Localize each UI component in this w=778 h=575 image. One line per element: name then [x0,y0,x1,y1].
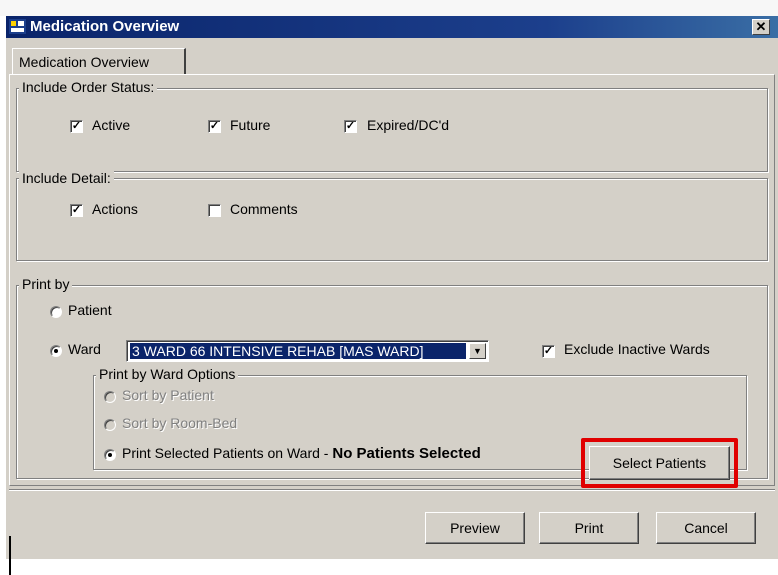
expired-dcd-label: Expired/DC'd [367,117,450,133]
order-status-legend: Include Order Status: [19,79,158,95]
active-label: Active [92,117,131,133]
tab-medication-overview[interactable]: Medication Overview [12,48,186,74]
actions-label: Actions [92,201,138,217]
ward-options-legend: Print by Ward Options [96,366,239,382]
print-by-legend: Print by [19,276,73,292]
expired-dcd-checkbox[interactable]: ✓ [344,120,357,133]
no-patients-selected-status: No Patients Selected [332,445,481,462]
comments-label: Comments [230,201,298,217]
print-selected-patients-label: Print Selected Patients on Ward - No Pat… [122,445,481,462]
edge-mark [9,536,11,575]
ward-label: Ward [68,341,101,357]
print-selected-patients-radio[interactable] [104,449,116,461]
sort-by-room-bed-label: Sort by Room-Bed [122,415,238,431]
sort-by-patient-radio[interactable] [104,391,116,403]
ward-select[interactable]: 3 WARD 66 INTENSIVE REHAB [MAS WARD] ▼ [126,340,489,362]
ward-select-value: 3 WARD 66 INTENSIVE REHAB [MAS WARD] [130,343,466,359]
background-window-strip [0,0,778,16]
chevron-down-icon[interactable]: ▼ [469,343,486,359]
sort-by-room-bed-radio[interactable] [104,419,116,431]
exclude-inactive-wards-checkbox[interactable]: ✓ [542,345,555,358]
sort-by-patient-label: Sort by Patient [122,387,214,403]
cancel-button[interactable]: Cancel [656,512,756,544]
app-icon [9,19,26,34]
select-patients-button[interactable]: Select Patients [589,446,730,480]
future-label: Future [230,117,271,133]
include-detail-legend: Include Detail: [19,170,114,186]
medication-overview-dialog: Medication Overview ✕ Medication Overvie… [6,16,778,575]
patient-radio[interactable] [50,306,62,318]
footer-separator [9,489,775,491]
title-bar[interactable]: Medication Overview ✕ [6,16,778,38]
ward-radio[interactable] [50,345,62,357]
active-checkbox[interactable]: ✓ [70,120,83,133]
close-icon[interactable]: ✕ [752,19,770,35]
print-selected-prefix: Print Selected Patients on Ward - [122,445,333,461]
preview-button[interactable]: Preview [425,512,525,544]
comments-checkbox[interactable] [208,204,221,217]
window-title: Medication Overview [30,18,180,35]
include-detail-group [16,178,768,261]
print-button[interactable]: Print [539,512,639,544]
exclude-inactive-wards-label: Exclude Inactive Wards [564,341,710,357]
patient-label: Patient [68,302,112,318]
actions-checkbox[interactable]: ✓ [70,204,83,217]
future-checkbox[interactable]: ✓ [208,120,221,133]
